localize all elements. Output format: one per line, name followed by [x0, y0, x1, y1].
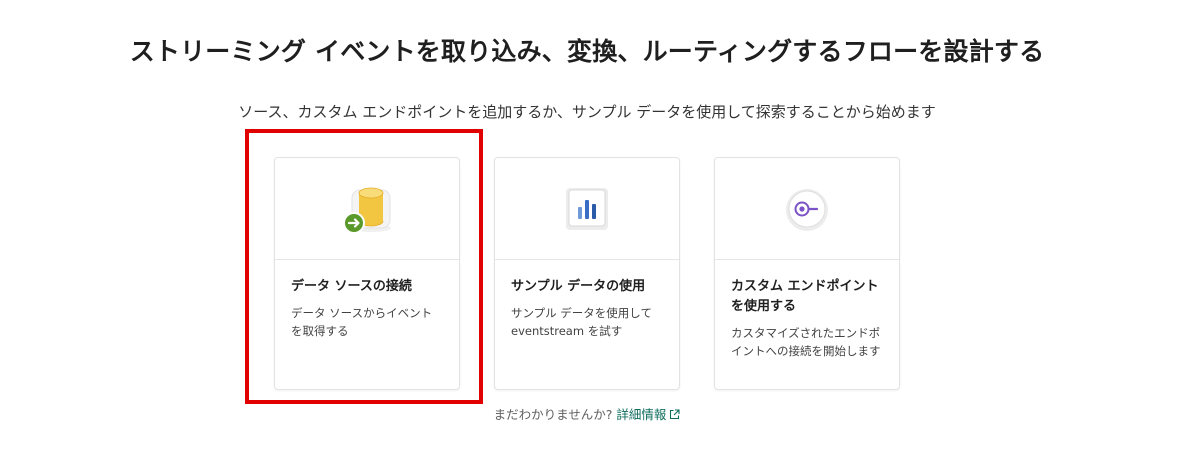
card-illustration	[715, 158, 899, 260]
database-connect-icon	[343, 187, 391, 234]
card-description: サンプル データを使用して eventstream を試す	[511, 306, 652, 338]
eventstream-welcome-page: ストリーミング イベントを取り込み、変換、ルーティングするフローを設計する ソー…	[0, 0, 1188, 451]
use-sample-data-card[interactable]: サンプル データの使用 サンプル データを使用して eventstream を試…	[494, 157, 680, 390]
help-footer: まだわかりませんか? 詳細情報	[0, 404, 1174, 423]
learn-more-link[interactable]: 詳細情報	[616, 407, 680, 422]
learn-more-label: 詳細情報	[616, 407, 667, 422]
page-subtitle: ソース、カスタム エンドポイントを追加するか、サンプル データを使用して探索する…	[238, 103, 936, 121]
card-description: カスタマイズされたエンドポイントへの接続を開始します	[731, 326, 881, 358]
custom-endpoint-icon	[786, 188, 828, 231]
external-link-icon	[670, 409, 680, 420]
page-title: ストリーミング イベントを取り込み、変換、ルーティングするフローを設計する	[129, 37, 1045, 66]
card-illustration	[275, 158, 459, 260]
custom-endpoint-card[interactable]: カスタム エンドポイントを使用する カスタマイズされたエンドポイントへの接続を開…	[714, 157, 900, 390]
connect-data-source-card[interactable]: データ ソースの接続 データ ソースからイベントを取得する	[274, 157, 460, 390]
card-title: データ ソースの接続	[291, 279, 412, 294]
sample-data-chart-icon	[566, 187, 608, 230]
card-illustration	[495, 158, 679, 260]
card-title: カスタム エンドポイントを使用する	[731, 279, 879, 314]
card-description: データ ソースからイベントを取得する	[291, 306, 433, 338]
help-question: まだわかりませんか?	[493, 407, 613, 422]
card-title: サンプル データの使用	[511, 279, 646, 294]
